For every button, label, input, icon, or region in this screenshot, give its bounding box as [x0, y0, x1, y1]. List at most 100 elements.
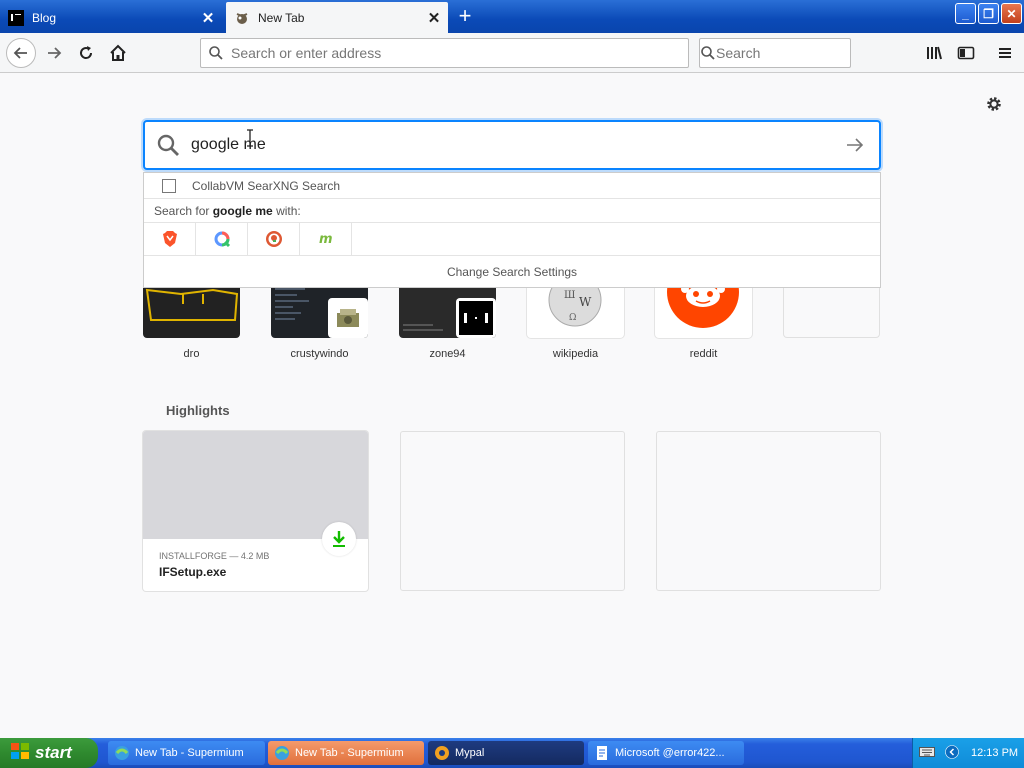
- supermium-icon: [274, 745, 290, 761]
- library-button[interactable]: [920, 39, 948, 67]
- library-icon: [927, 46, 942, 60]
- search-for-prefix: Search for: [154, 203, 210, 218]
- site-thumbnail: [271, 280, 368, 338]
- blog-favicon-icon: [8, 9, 24, 26]
- search-input[interactable]: [716, 45, 897, 61]
- taskbar-item-label: Mypal: [455, 747, 485, 759]
- engine-brave-button[interactable]: [144, 222, 196, 256]
- site-thumbnail: [143, 280, 240, 338]
- top-site-reddit[interactable]: reddit: [655, 280, 752, 360]
- search-icon: [145, 133, 191, 157]
- taskbar-item[interactable]: Microsoft @error422...: [588, 741, 744, 765]
- home-button[interactable]: [104, 39, 132, 67]
- tab-new-tab[interactable]: New Tab ✕: [226, 2, 448, 33]
- taskbar-item-active[interactable]: New Tab - Supermium: [268, 741, 424, 765]
- svg-text:W: W: [579, 295, 592, 309]
- search-bar[interactable]: [699, 38, 897, 68]
- search-icon: [201, 45, 231, 61]
- back-arrow-icon: [13, 47, 27, 59]
- tray-expand-icon[interactable]: [945, 744, 959, 762]
- system-tray: 12:13 PM: [912, 738, 1024, 768]
- engine-mojeek-button[interactable]: m: [300, 222, 352, 256]
- site-favicon-icon: [456, 298, 496, 338]
- forward-arrow-icon: [48, 47, 62, 59]
- sidebar-button[interactable]: [952, 39, 980, 67]
- back-button[interactable]: [6, 38, 36, 68]
- close-window-button[interactable]: ✕: [1001, 3, 1022, 24]
- duckduckgo-icon: [265, 231, 282, 247]
- mojeek-icon: m: [319, 232, 333, 246]
- menu-button[interactable]: [991, 39, 1019, 67]
- change-search-settings-button[interactable]: Change Search Settings: [144, 256, 880, 287]
- mypal-icon: [434, 745, 450, 761]
- top-site-label: dro: [183, 348, 200, 360]
- highlight-card[interactable]: INSTALLFORGE — 4.2 MB IFSetup.exe: [143, 431, 368, 591]
- taskbar-item-label: New Tab - Supermium: [135, 747, 244, 759]
- download-icon: [322, 522, 356, 556]
- page-search-input[interactable]: [191, 122, 831, 168]
- svg-text:m: m: [319, 232, 333, 246]
- reload-icon: [80, 46, 93, 59]
- top-site-label: crustywindo: [290, 348, 349, 360]
- hamburger-menu-icon: [999, 48, 1011, 58]
- start-button[interactable]: start: [0, 738, 98, 768]
- document-icon: [594, 745, 610, 761]
- keyboard-icon[interactable]: [919, 746, 935, 761]
- search-for-suffix: with:: [276, 203, 301, 218]
- search-engine-list: m: [144, 222, 880, 256]
- settings-gear-icon[interactable]: [984, 94, 1004, 114]
- top-site-label: wikipedia: [552, 348, 599, 360]
- new-tab-button[interactable]: +: [452, 4, 478, 30]
- top-site-wikipedia[interactable]: ШWΩ wikipedia: [527, 280, 624, 360]
- top-site-dro[interactable]: dro: [143, 280, 240, 360]
- site-thumbnail: [399, 280, 496, 338]
- highlight-filename: IFSetup.exe: [159, 565, 227, 579]
- highlights-title: Highlights: [166, 403, 230, 418]
- top-site-zone94[interactable]: zone94: [399, 280, 496, 360]
- top-site-label: zone94: [429, 348, 466, 360]
- taskbar-item-label: Microsoft @error422...: [615, 747, 725, 759]
- tab-blog[interactable]: Blog ✕: [0, 2, 222, 33]
- svg-text:Ш: Ш: [564, 290, 575, 301]
- start-label: start: [35, 743, 72, 762]
- tab-title: Blog: [32, 10, 57, 25]
- svg-text:Ω: Ω: [569, 313, 576, 323]
- windows-logo-icon: [10, 742, 30, 765]
- window-controls: _ ❐ ✕: [955, 3, 1022, 24]
- search-for-header: Search for google me with:: [144, 199, 880, 223]
- highlight-placeholder: [400, 431, 625, 591]
- checkbox[interactable]: [162, 178, 176, 193]
- taskbar-item[interactable]: Mypal: [428, 741, 584, 765]
- engine-qwant-button[interactable]: [196, 222, 248, 256]
- suggestion-item[interactable]: CollabVM SearXNG Search: [144, 173, 880, 199]
- url-input[interactable]: [231, 45, 688, 61]
- text-cursor-icon: [246, 129, 254, 150]
- search-go-arrow-icon[interactable]: [831, 137, 879, 153]
- supermium-icon: [114, 745, 130, 761]
- reload-button[interactable]: [72, 39, 100, 67]
- brave-icon: [162, 231, 177, 247]
- forward-button[interactable]: [40, 39, 68, 67]
- sidebar-icon: [957, 46, 975, 60]
- url-bar[interactable]: [200, 38, 689, 68]
- taskbar-item[interactable]: New Tab - Supermium: [108, 741, 265, 765]
- close-tab-icon[interactable]: ✕: [420, 9, 448, 27]
- engine-duckduckgo-button[interactable]: [248, 222, 300, 256]
- top-site-label: reddit: [689, 348, 718, 360]
- restore-button[interactable]: ❐: [978, 3, 999, 24]
- search-for-query: google me: [212, 203, 273, 218]
- top-site-empty: [783, 280, 880, 348]
- clock: 12:13 PM: [971, 747, 1019, 759]
- search-icon: [700, 45, 716, 61]
- search-suggestions-dropdown: CollabVM SearXNG Search Search for googl…: [143, 172, 881, 288]
- site-favicon-icon: [328, 298, 368, 338]
- wikipedia-icon: Ш WΩ: [548, 280, 602, 327]
- suggestion-label: CollabVM SearXNG Search: [192, 178, 341, 193]
- tab-title: New Tab: [258, 10, 305, 25]
- home-icon: [110, 44, 126, 61]
- windows-taskbar: start New Tab - Supermium New Tab - Supe…: [0, 738, 1024, 768]
- minimize-button[interactable]: _: [955, 3, 976, 24]
- close-tab-icon[interactable]: ✕: [194, 9, 222, 27]
- reddit-icon: [667, 280, 739, 328]
- top-site-crustywindo[interactable]: crustywindo: [271, 280, 368, 360]
